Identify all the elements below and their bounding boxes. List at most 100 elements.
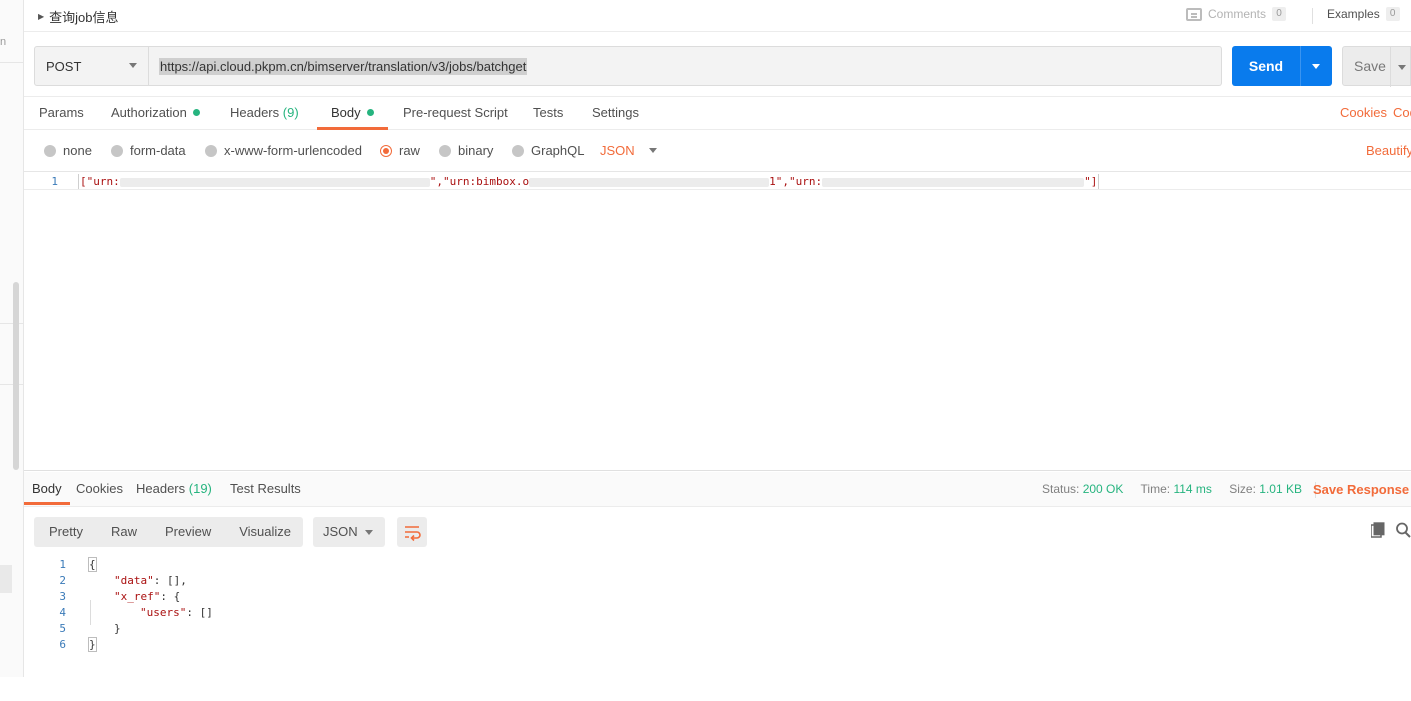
send-options-chevron-icon[interactable] bbox=[1312, 64, 1320, 69]
wrap-lines-button[interactable] bbox=[397, 517, 427, 547]
tab-params[interactable]: Params bbox=[39, 97, 84, 130]
status-dot-icon bbox=[192, 109, 200, 117]
code-link[interactable]: Code bbox=[1393, 97, 1411, 129]
response-meta: Status: 200 OK Time: 114 ms Size: 1.01 K… bbox=[1042, 472, 1326, 507]
response-tabs-bar: Body Cookies Headers (19) Test Results S… bbox=[24, 472, 1411, 507]
request-body-text: ["urn: ","urn:bimbox.o 1","urn: "] bbox=[78, 174, 1100, 189]
tab-authorization[interactable]: Authorization bbox=[111, 97, 200, 130]
status-label: Status: bbox=[1042, 482, 1080, 496]
tab-label: Body bbox=[331, 105, 361, 120]
json-key: "x_ref" bbox=[114, 590, 161, 603]
code-line: 2 "data": [], bbox=[24, 573, 187, 589]
response-tab-body[interactable]: Body bbox=[24, 472, 70, 505]
json-key: "users" bbox=[140, 606, 187, 619]
wrap-lines-icon bbox=[405, 526, 421, 542]
sidebar-divider bbox=[0, 384, 24, 385]
line-number: 6 bbox=[59, 638, 66, 651]
request-title[interactable]: ▶ 查询job信息 bbox=[38, 7, 119, 26]
radio-label: GraphQL bbox=[531, 143, 585, 158]
response-tab-test-results[interactable]: Test Results bbox=[230, 472, 301, 505]
view-tab-raw[interactable]: Raw bbox=[97, 517, 151, 547]
code-text: "data": [], bbox=[114, 573, 187, 589]
method-value: POST bbox=[46, 58, 82, 74]
sidebar-text-fragment: n bbox=[0, 36, 7, 48]
line-number: 3 bbox=[59, 590, 66, 603]
body-text-segment: 1","urn: bbox=[769, 175, 823, 188]
view-tab-visualize[interactable]: Visualize bbox=[225, 517, 305, 547]
response-tab-headers[interactable]: Headers (19) bbox=[136, 472, 212, 505]
send-button[interactable]: Send bbox=[1232, 46, 1332, 86]
examples-count-badge: 0 bbox=[1385, 7, 1400, 21]
size-label: Size: bbox=[1229, 482, 1256, 496]
chevron-down-icon bbox=[129, 63, 137, 68]
send-label: Send bbox=[1248, 58, 1284, 74]
radio-binary[interactable]: binary bbox=[439, 143, 493, 158]
redacted-text bbox=[822, 177, 1085, 187]
url-value: https://api.cloud.pkpm.cn/bimserver/tran… bbox=[159, 57, 528, 75]
size-value[interactable]: 1.01 KB bbox=[1259, 482, 1302, 496]
save-split bbox=[1390, 47, 1391, 87]
radio-circle bbox=[512, 144, 524, 157]
save-response-button[interactable]: Save Response ▾ bbox=[1313, 472, 1411, 507]
view-tab-pretty[interactable]: Pretty bbox=[34, 517, 97, 547]
request-name: 查询job信息 bbox=[49, 10, 119, 25]
save-label: Save bbox=[1354, 58, 1386, 74]
tab-headers[interactable]: Headers (9) bbox=[230, 97, 299, 130]
tab-label: Params bbox=[39, 105, 84, 120]
code-line: 3 "x_ref": { bbox=[24, 589, 180, 605]
chevron-down-icon bbox=[365, 530, 373, 535]
copy-icon[interactable] bbox=[1371, 522, 1385, 538]
radio-none[interactable]: none bbox=[44, 143, 92, 158]
search-icon[interactable] bbox=[1396, 522, 1411, 538]
response-format-value: JSON bbox=[323, 524, 358, 539]
code-text: } bbox=[114, 621, 121, 637]
time-value[interactable]: 114 ms bbox=[1173, 482, 1211, 496]
response-format-select[interactable]: JSON bbox=[313, 517, 385, 547]
status-value[interactable]: 200 OK bbox=[1083, 482, 1124, 496]
sidebar-divider bbox=[0, 323, 24, 324]
request-title-bar: ▶ 查询job信息 Comments 0 Examples 0 bbox=[24, 0, 1411, 32]
tab-settings[interactable]: Settings bbox=[592, 97, 639, 130]
redacted-text bbox=[119, 177, 430, 187]
code-text: } bbox=[88, 637, 97, 653]
request-body-editor[interactable]: 1 ["urn: ","urn:bimbox.o 1","urn: "] bbox=[24, 171, 1411, 471]
tab-body[interactable]: Body bbox=[317, 97, 388, 130]
beautify-link[interactable]: Beautify bbox=[1366, 143, 1411, 158]
response-body-viewer[interactable]: 1 { 2 "data": [], 3 "x_ref": { 4 "users"… bbox=[24, 557, 1411, 677]
brace: } bbox=[114, 622, 121, 635]
cookies-link[interactable]: Cookies bbox=[1340, 97, 1387, 129]
tab-tests[interactable]: Tests bbox=[533, 97, 563, 130]
radio-raw[interactable]: raw bbox=[380, 143, 420, 158]
radio-circle bbox=[111, 144, 123, 157]
url-input[interactable]: https://api.cloud.pkpm.cn/bimserver/tran… bbox=[149, 46, 1222, 86]
save-options-chevron-icon[interactable] bbox=[1398, 65, 1406, 70]
radio-circle-selected bbox=[380, 144, 392, 157]
radio-form-data[interactable]: form-data bbox=[111, 143, 186, 158]
save-button[interactable]: Save bbox=[1342, 46, 1411, 87]
examples-button[interactable]: Examples 0 bbox=[1327, 7, 1400, 21]
radio-graphql[interactable]: GraphQL bbox=[512, 143, 584, 158]
body-format-value: JSON bbox=[600, 143, 635, 158]
time-label: Time: bbox=[1140, 482, 1171, 496]
json-key: "data" bbox=[114, 574, 154, 587]
body-format-select[interactable]: JSON bbox=[600, 143, 657, 158]
send-split bbox=[1300, 46, 1301, 86]
radio-circle bbox=[44, 144, 56, 157]
sidebar-selected-item[interactable] bbox=[0, 565, 12, 593]
method-select[interactable]: POST bbox=[34, 46, 149, 86]
editor-line: 1 ["urn: ","urn:bimbox.o 1","urn: "] bbox=[24, 174, 1411, 190]
comments-button[interactable]: Comments 0 bbox=[1186, 7, 1287, 21]
line-number: 4 bbox=[59, 606, 66, 619]
sidebar-scrollbar[interactable] bbox=[13, 282, 19, 470]
tab-pre-request-script[interactable]: Pre-request Script bbox=[403, 97, 508, 130]
tab-label: Headers bbox=[230, 105, 280, 120]
line-number: 5 bbox=[59, 622, 66, 635]
line-number: 1 bbox=[59, 558, 66, 571]
radio-x-www-form-urlencoded[interactable]: x-www-form-urlencoded bbox=[205, 143, 362, 158]
code-line: 5 } bbox=[24, 621, 120, 637]
line-number: 2 bbox=[59, 574, 66, 587]
tab-label: Cookies bbox=[76, 481, 123, 496]
response-tab-cookies[interactable]: Cookies bbox=[76, 472, 123, 505]
json-value: : { bbox=[160, 590, 181, 603]
view-tab-preview[interactable]: Preview bbox=[151, 517, 225, 547]
